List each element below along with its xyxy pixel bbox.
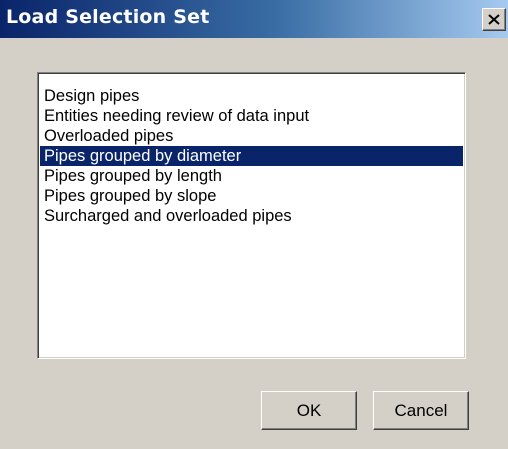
- close-icon: [488, 14, 500, 25]
- selection-set-list[interactable]: Design pipes Entities needing review of …: [37, 72, 466, 359]
- list-item[interactable]: Design pipes: [40, 86, 463, 106]
- list-item[interactable]: Entities needing review of data input: [40, 106, 463, 126]
- list-item[interactable]: Pipes grouped by length: [40, 166, 463, 186]
- title-bar[interactable]: Load Selection Set: [0, 0, 508, 38]
- ok-button[interactable]: OK: [261, 391, 357, 430]
- cancel-button[interactable]: Cancel: [373, 391, 469, 430]
- list-item[interactable]: Overloaded pipes: [40, 126, 463, 146]
- list-item[interactable]: Surcharged and overloaded pipes: [40, 206, 463, 226]
- load-selection-set-dialog: Load Selection Set Design pipes Entities…: [0, 0, 508, 449]
- list-item-selected[interactable]: Pipes grouped by diameter: [40, 146, 463, 166]
- close-button[interactable]: [482, 8, 506, 31]
- dialog-title: Load Selection Set: [6, 6, 210, 28]
- list-item[interactable]: Pipes grouped by slope: [40, 186, 463, 206]
